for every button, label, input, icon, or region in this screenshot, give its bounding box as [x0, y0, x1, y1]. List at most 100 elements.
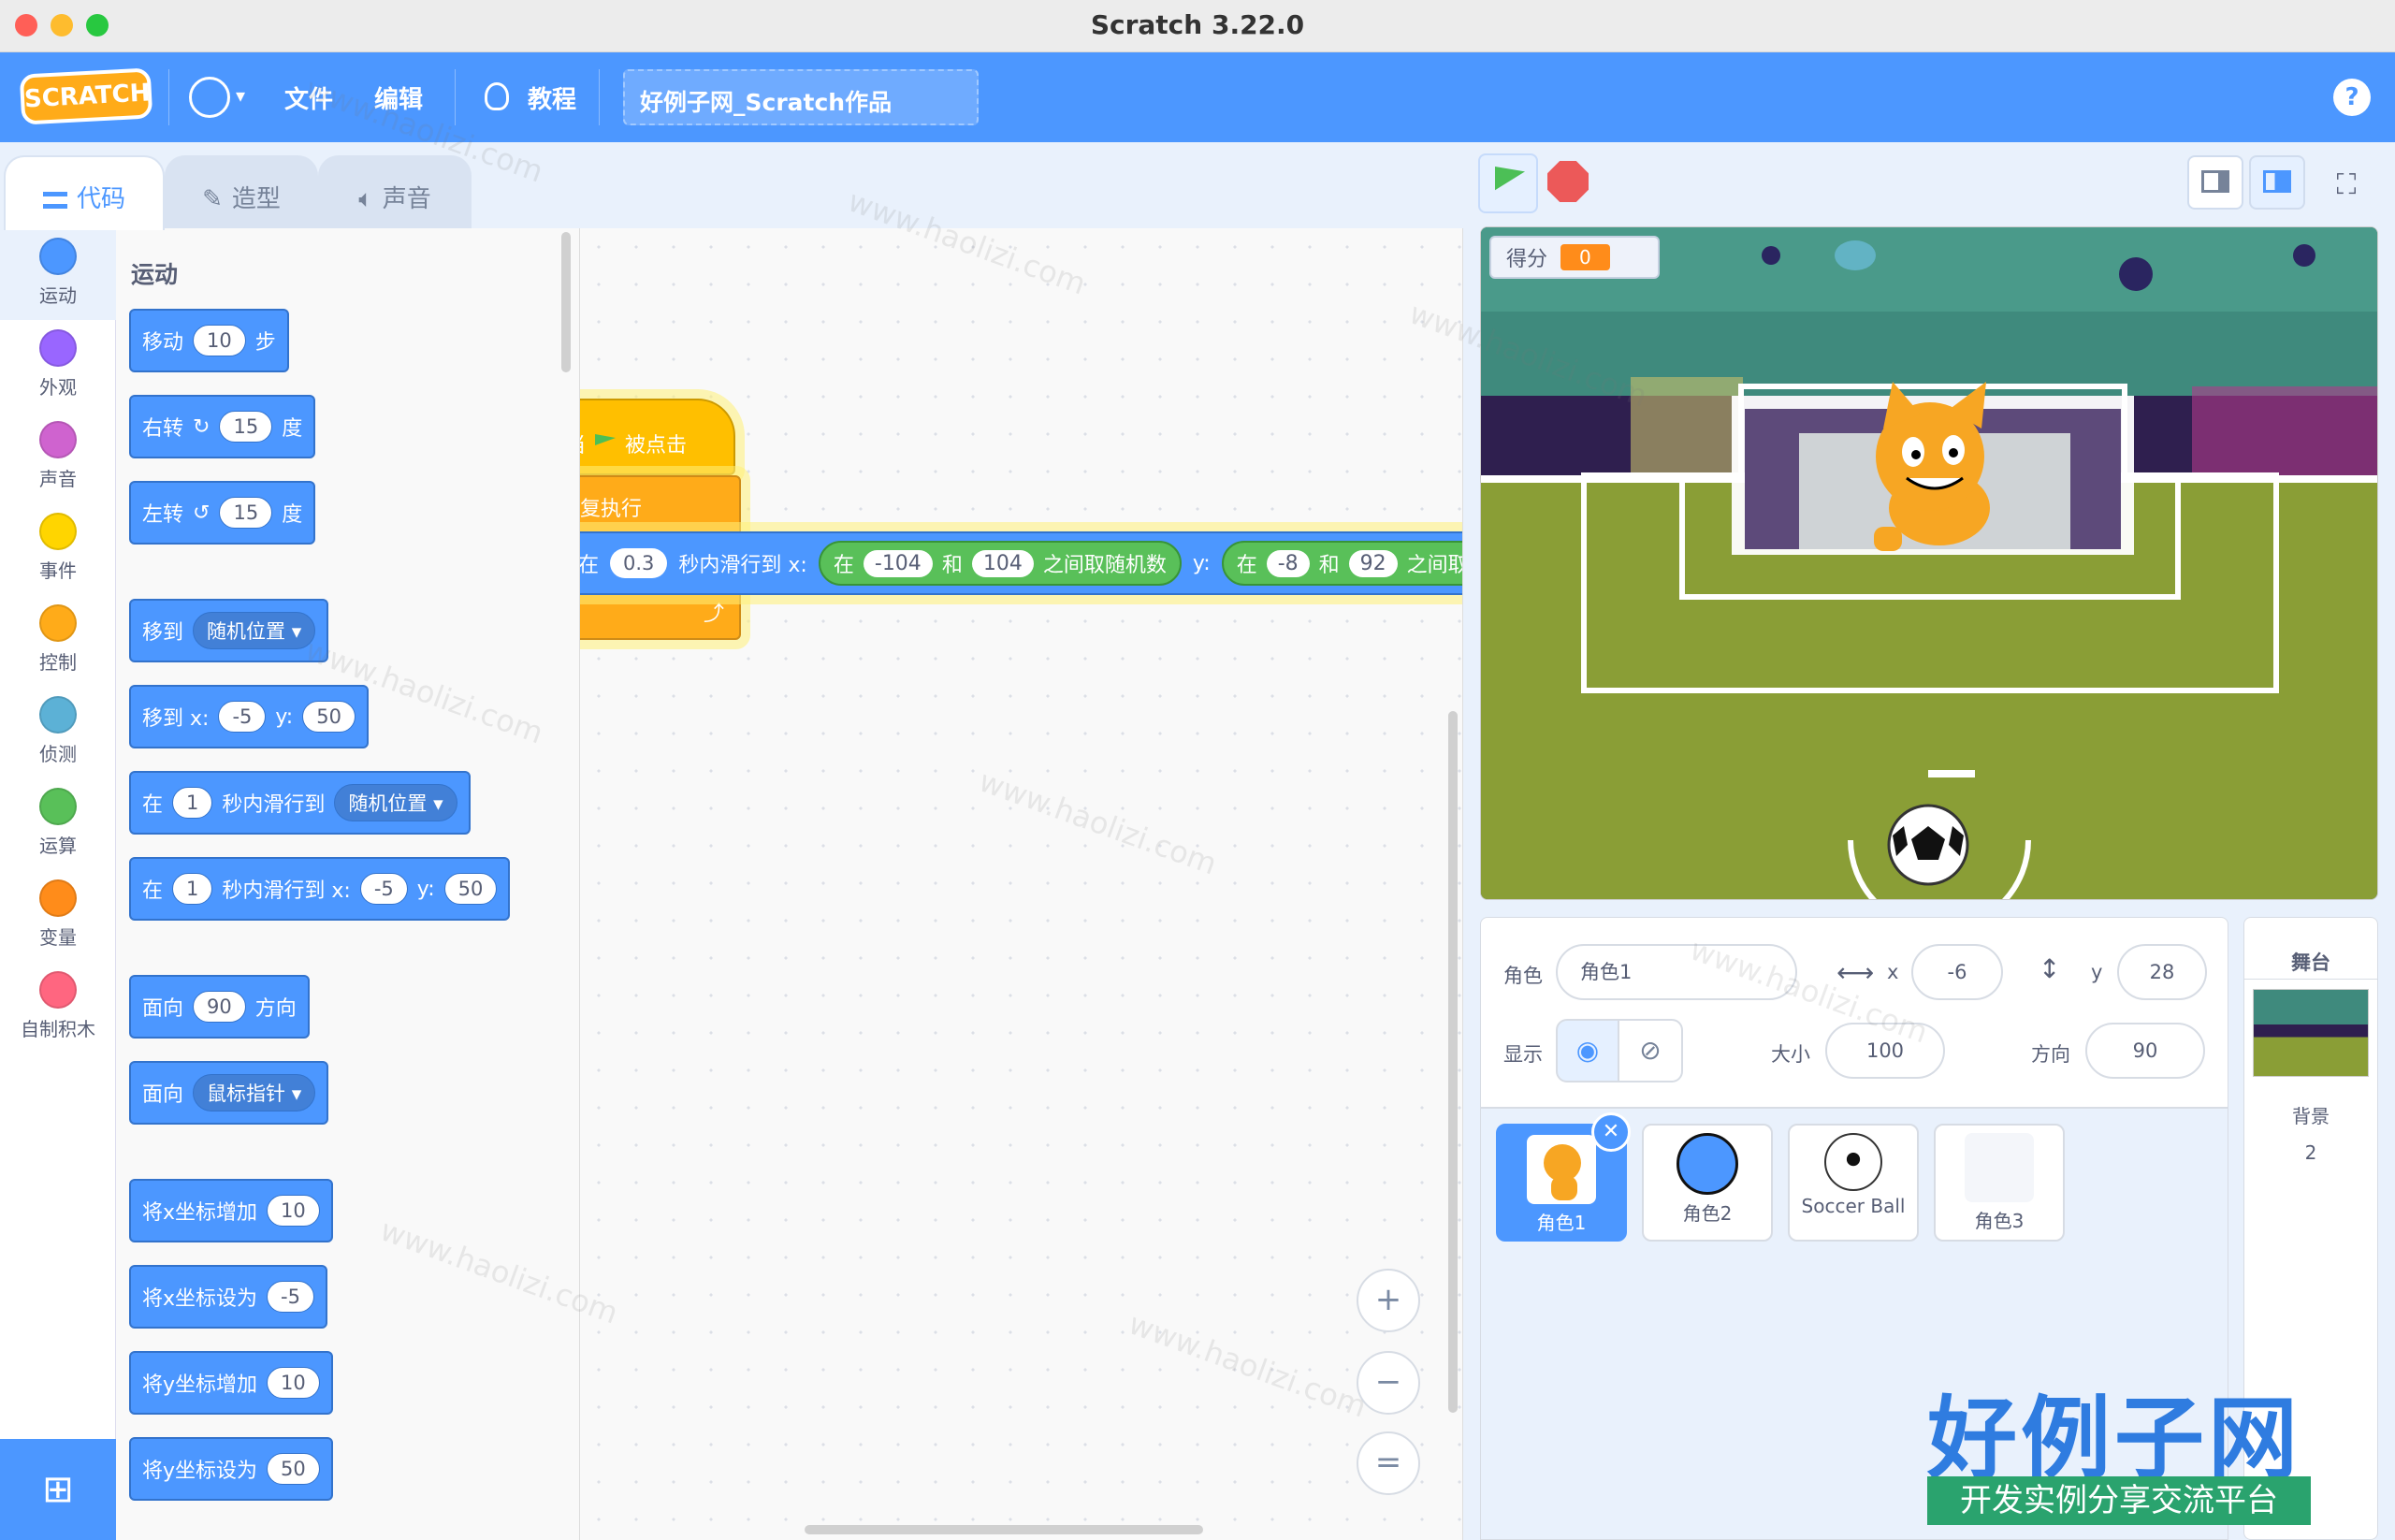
- zoom-in-button[interactable]: +: [1357, 1269, 1420, 1332]
- menu-divider: [168, 69, 169, 125]
- min-input[interactable]: -8: [1266, 549, 1310, 577]
- set-x-block[interactable]: 将x坐标设为 -5: [129, 1265, 327, 1329]
- small-stage-icon: [2201, 170, 2229, 193]
- category-variables[interactable]: 变量: [0, 870, 116, 962]
- x-input[interactable]: -5: [218, 701, 267, 733]
- seconds-input[interactable]: 1: [172, 787, 213, 819]
- max-input[interactable]: 92: [1348, 549, 1398, 577]
- when-flag-clicked-block[interactable]: 当 被点击: [580, 399, 735, 475]
- set-y-block[interactable]: 将y坐标设为 50: [129, 1437, 333, 1501]
- target-dropdown[interactable]: 随机位置 ▾: [334, 784, 457, 821]
- sprite-tile-4[interactable]: 角色3: [1934, 1124, 2065, 1242]
- rotate-left-icon: ↺: [193, 501, 210, 525]
- block-text: 之间取: [1406, 554, 1463, 577]
- direction-label: 方向: [2031, 1043, 2070, 1066]
- degrees-input[interactable]: 15: [219, 497, 273, 529]
- y-input[interactable]: 28: [2117, 944, 2207, 1000]
- goto-block[interactable]: 移到 随机位置 ▾: [129, 599, 329, 662]
- random-y-reporter[interactable]: 在 -8 和 92 之间取: [1221, 541, 1463, 586]
- script-horizontal-scrollbar[interactable]: [805, 1525, 1203, 1534]
- delete-sprite-button[interactable]: ✕: [1591, 1112, 1631, 1152]
- paintbrush-icon: ✎: [202, 185, 223, 213]
- language-globe-icon[interactable]: [189, 77, 230, 118]
- value-input[interactable]: 50: [267, 1453, 320, 1485]
- project-title-input[interactable]: 好例子网_Scratch作品: [623, 69, 979, 125]
- target-dropdown[interactable]: 随机位置 ▾: [193, 612, 316, 649]
- small-stage-button[interactable]: [2187, 155, 2243, 210]
- glide-xy-block[interactable]: 在 1 秒内滑行到 x: -5 y: 50: [129, 857, 511, 921]
- turn-left-block[interactable]: 左转 ↺ 15 度: [129, 481, 316, 545]
- block-text: 将x坐标增加: [142, 1201, 258, 1225]
- x-input[interactable]: -6: [1911, 944, 2003, 1000]
- soccer-ball-sprite[interactable]: [1887, 804, 1969, 886]
- show-label: 显示: [1503, 1043, 1543, 1066]
- category-sensing[interactable]: 侦测: [0, 687, 116, 778]
- y-input[interactable]: 50: [443, 873, 498, 905]
- category-my-blocks[interactable]: 自制积木: [0, 962, 116, 1053]
- glide-random-block[interactable]: 在 0.3 秒内滑行到 x: 在 -104 和 104 之间取随机数 y: 在 …: [580, 531, 1463, 595]
- add-extension-button[interactable]: ⊞: [0, 1439, 116, 1540]
- glide-to-block[interactable]: 在 1 秒内滑行到 随机位置 ▾: [129, 771, 471, 835]
- sprite-tile-3[interactable]: Soccer Ball: [1788, 1124, 1919, 1242]
- tutorials-menu[interactable]: 教程: [528, 80, 576, 115]
- category-label: 自制积木: [21, 1018, 95, 1040]
- menu-divider: [599, 69, 600, 125]
- value-input[interactable]: -5: [267, 1281, 314, 1313]
- point-towards-block[interactable]: 面向 鼠标指针 ▾: [129, 1061, 329, 1125]
- move-steps-block[interactable]: 移动 10 步: [129, 309, 289, 372]
- value-input[interactable]: 10: [267, 1367, 320, 1399]
- green-flag-button[interactable]: [1478, 153, 1538, 213]
- normal-stage-button[interactable]: [2249, 155, 2305, 210]
- direction-input[interactable]: 90: [193, 991, 246, 1023]
- block-text: 在: [142, 879, 164, 903]
- category-sound[interactable]: 声音: [0, 412, 116, 503]
- cat-thumbnail: [1527, 1135, 1596, 1204]
- degrees-input[interactable]: 15: [219, 411, 273, 443]
- point-direction-block[interactable]: 面向 90 方向: [129, 975, 310, 1039]
- hide-sprite-button[interactable]: ⊘: [1619, 1019, 1683, 1082]
- category-control[interactable]: 控制: [0, 595, 116, 687]
- show-sprite-button[interactable]: ◉: [1556, 1019, 1619, 1082]
- category-operators[interactable]: 运算: [0, 778, 116, 870]
- sprite-tile-2[interactable]: 角色2: [1642, 1124, 1773, 1242]
- circle-thumbnail: [1676, 1133, 1738, 1195]
- max-input[interactable]: 104: [971, 549, 1034, 577]
- change-y-block[interactable]: 将y坐标增加 10: [129, 1351, 333, 1415]
- value-input[interactable]: 10: [267, 1195, 320, 1227]
- scratch-logo[interactable]: SCRATCH: [19, 67, 153, 125]
- tab-sounds[interactable]: 🔈︎ 声音: [318, 155, 472, 230]
- palette-scrollbar[interactable]: [561, 232, 571, 372]
- block-text: 面向: [142, 1083, 184, 1107]
- block-text: 度: [282, 503, 303, 527]
- backdrop-thumbnail[interactable]: [2253, 989, 2369, 1077]
- y-input[interactable]: 50: [302, 701, 356, 733]
- script-vertical-scrollbar[interactable]: [1448, 711, 1458, 1413]
- tab-costumes-label: 造型: [231, 185, 281, 213]
- category-looks[interactable]: 外观: [0, 320, 116, 412]
- zoom-reset-button[interactable]: =: [1357, 1431, 1420, 1495]
- steps-input[interactable]: 10: [193, 325, 246, 356]
- score-monitor[interactable]: 得分 0: [1489, 236, 1660, 279]
- category-events[interactable]: 事件: [0, 503, 116, 595]
- fullscreen-button[interactable]: ⛶: [2318, 155, 2374, 210]
- x-input[interactable]: -5: [359, 873, 408, 905]
- block-text: y:: [275, 705, 294, 729]
- seconds-input[interactable]: 1: [172, 873, 213, 905]
- direction-input[interactable]: 90: [2085, 1023, 2205, 1079]
- script-area[interactable]: 当 被点击 重复执行 ⤴ 在 0.3 秒内滑行到 x: 在 -104 和 104…: [580, 228, 1463, 1540]
- block-text: 将x坐标设为: [142, 1287, 258, 1311]
- random-x-reporter[interactable]: 在 -104 和 104 之间取随机数: [818, 541, 1182, 586]
- tab-code[interactable]: 代码: [4, 155, 165, 230]
- category-motion[interactable]: 运动: [0, 228, 116, 320]
- change-x-block[interactable]: 将x坐标增加 10: [129, 1179, 333, 1242]
- min-input[interactable]: -104: [863, 549, 933, 577]
- help-button[interactable]: ?: [2333, 79, 2371, 116]
- stop-button[interactable]: [1547, 161, 1589, 202]
- stage-canvas[interactable]: [1480, 226, 2378, 900]
- seconds-input[interactable]: 0.3: [610, 548, 668, 578]
- tab-costumes[interactable]: ✎ 造型: [165, 155, 318, 230]
- turn-right-block[interactable]: 右转 ↻ 15 度: [129, 395, 316, 458]
- target-dropdown[interactable]: 鼠标指针 ▾: [193, 1074, 316, 1111]
- goto-xy-block[interactable]: 移到 x: -5 y: 50: [129, 685, 369, 748]
- vertical-arrows-icon: ↕: [2039, 953, 2061, 984]
